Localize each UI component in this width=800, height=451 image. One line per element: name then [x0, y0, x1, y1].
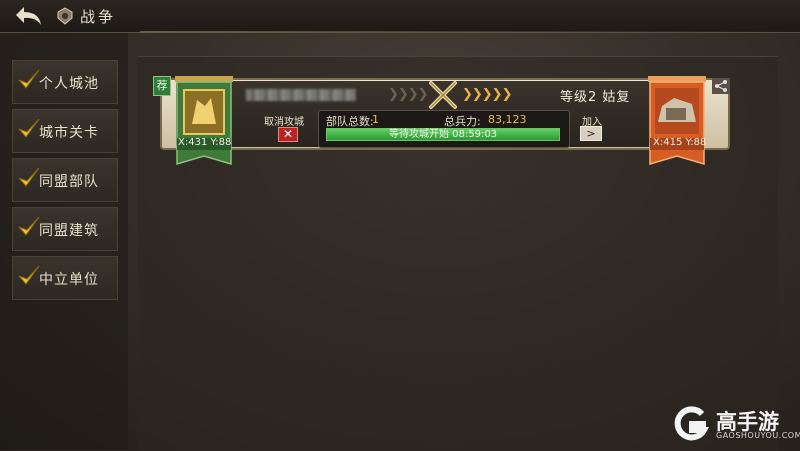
back-arrow-icon[interactable] [14, 4, 44, 28]
watermark-site: GAOSHOUYOU.COM [716, 431, 800, 440]
target-level: 等级2 姑复 [560, 90, 631, 105]
cancel-siege-button[interactable]: ✕ [278, 127, 298, 142]
target-banner[interactable] [648, 76, 706, 166]
sidebar-item-personal-cities[interactable]: 个人城池 [12, 60, 118, 104]
troops-total-label: 部队总数: [326, 115, 374, 128]
target-coordinates: X:415 Y:88 [653, 137, 707, 148]
arrow-chevrons-left-icon: ❯❯❯❯ [388, 87, 429, 102]
sidebar-item-alliance-buildings[interactable]: 同盟建筑 [12, 207, 118, 251]
join-button[interactable]: > [580, 126, 602, 141]
arrow-chevrons-right-icon: ❯❯❯❯❯ [462, 87, 512, 102]
sidebar-item-label: 同盟建筑 [39, 223, 99, 239]
siege-countdown-bar: 等待攻城开始 08:59:03 [326, 128, 560, 141]
sidebar-item-neutral-units[interactable]: 中立单位 [12, 256, 118, 300]
troops-total-value: 1 [372, 113, 379, 126]
player-name-blurred [246, 89, 356, 101]
page-title: 战争 [80, 8, 117, 26]
gaoshouyou-logo-icon [674, 406, 710, 441]
recommend-badge: 荐 [153, 76, 171, 96]
sidebar-item-label: 同盟部队 [39, 174, 99, 190]
share-icon[interactable] [712, 78, 730, 94]
siege-countdown-text: 等待攻城开始 08:59:03 [388, 129, 498, 140]
cancel-siege-label: 取消攻城 [264, 117, 304, 128]
crossed-swords-icon [429, 81, 457, 109]
top-bar [0, 0, 800, 33]
total-power-value: 83,123 [488, 113, 527, 126]
sidebar-item-label: 个人城池 [39, 76, 99, 92]
sidebar-item-alliance-troops[interactable]: 同盟部队 [12, 158, 118, 202]
attacker-banner[interactable] [175, 76, 233, 166]
war-emblem-icon [57, 7, 73, 25]
sidebar-item-label: 城市关卡 [39, 125, 99, 141]
sidebar-item-city-passes[interactable]: 城市关卡 [12, 109, 118, 153]
attacker-coordinates: X:431 Y:88 [178, 137, 232, 148]
header-divider [140, 31, 800, 33]
sidebar-item-label: 中立单位 [39, 272, 99, 288]
total-power-label: 总兵力: [444, 115, 481, 128]
